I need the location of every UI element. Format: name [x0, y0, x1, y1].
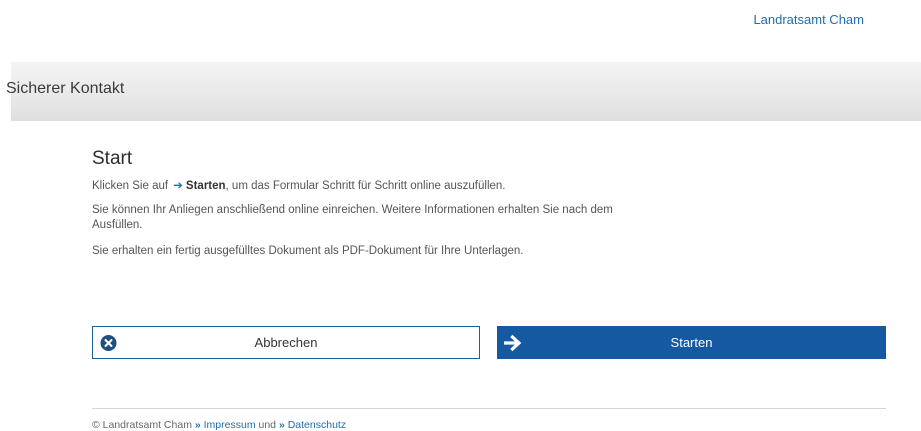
arrow-right-icon: ➔: [173, 180, 183, 192]
cancel-button-label: Abbrechen: [254, 335, 318, 350]
intro-text-after: , um das Formular Schritt für Schritt on…: [225, 180, 506, 192]
double-chevron-right-icon: »: [194, 419, 201, 431]
pdf-paragraph: Sie erhalten ein fertig ausgefülltes Dok…: [92, 245, 524, 257]
intro-paragraph: Klicken Sie auf ➔ Starten, um das Formula…: [92, 179, 886, 194]
intro-starten-ref: Starten: [185, 180, 226, 192]
footer-und: und: [258, 419, 277, 431]
info-paragraph: Sie können Ihr Anliegen anschließend onl…: [92, 204, 613, 231]
page-banner: [11, 62, 921, 121]
page-title: Start: [92, 148, 133, 169]
arrow-right-icon: [504, 334, 523, 351]
footer-copyright: © Landratsamt Cham: [92, 419, 192, 431]
close-circle-icon: [100, 334, 117, 351]
start-button[interactable]: Starten: [497, 326, 886, 359]
footer-divider: [92, 408, 886, 409]
main-content: Start Klicken Sie auf ➔ Starten, um das F…: [92, 148, 886, 268]
cancel-button[interactable]: Abbrechen: [92, 326, 480, 359]
org-link[interactable]: Landratsamt Cham: [753, 12, 864, 27]
start-button-label: Starten: [670, 335, 713, 350]
banner-title: Sicherer Kontakt: [6, 80, 125, 97]
footer: © Landratsamt Cham » Impressum und » Dat…: [92, 419, 346, 431]
intro-text-before: Klicken Sie auf: [92, 180, 169, 192]
double-chevron-right-icon: »: [278, 419, 285, 431]
impressum-link[interactable]: Impressum: [204, 419, 256, 431]
datenschutz-link[interactable]: Datenschutz: [288, 419, 346, 431]
